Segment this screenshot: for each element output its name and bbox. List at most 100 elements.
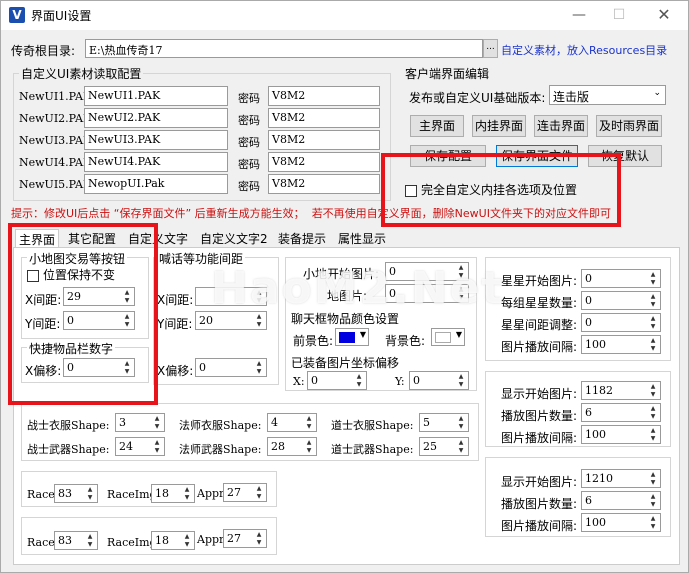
pak4-label: NewUI4.PAK: [19, 156, 92, 169]
pak5-pwd-input[interactable]: V8M2: [268, 174, 380, 194]
appr1-label: Appr: [197, 487, 225, 500]
pak4-file-input[interactable]: NewUI4.PAK: [84, 152, 228, 172]
combo-ui-button[interactable]: 连击界面: [534, 115, 588, 137]
appr2-label: Appr: [197, 533, 225, 546]
main-ui-button[interactable]: 主界面: [410, 115, 464, 137]
spin-arrows-icon[interactable]: ▲ ▼: [647, 337, 659, 352]
equip-y-spinner[interactable]: 0 ▲ ▼: [409, 371, 469, 390]
pak1-file-input[interactable]: NewUI1.PAK: [84, 86, 228, 106]
spin-arrows-icon[interactable]: ▲ ▼: [151, 439, 163, 454]
highlight-box-main-tab: [8, 223, 158, 405]
star-start-spinner[interactable]: 0 ▲ ▼: [581, 269, 661, 288]
race2-spinner[interactable]: 83 ▲ ▼: [54, 531, 98, 550]
plugin-ui-button[interactable]: 内挂界面: [472, 115, 526, 137]
appr2-spinner[interactable]: 27 ▲ ▼: [223, 529, 267, 548]
pak2-label: NewUI2.PAK: [19, 112, 92, 125]
spin-arrows-icon[interactable]: ▲ ▼: [253, 531, 265, 546]
root-dir-input[interactable]: E:\热血传奇17: [85, 39, 483, 58]
spin-arrows-icon[interactable]: ▲ ▼: [647, 405, 659, 420]
taoist-cloth-spinner[interactable]: 5 ▲ ▼: [419, 413, 469, 432]
bg-color-picker[interactable]: ▼: [431, 328, 465, 346]
race1-spinner[interactable]: 83 ▲ ▼: [54, 484, 98, 503]
warrior-weapon-spinner[interactable]: 24 ▲ ▼: [115, 437, 165, 456]
disp1-count-spinner[interactable]: 6 ▲ ▼: [581, 403, 661, 422]
pak3-file-input[interactable]: NewUI3.PAK: [84, 130, 228, 150]
spin-arrows-icon[interactable]: ▲ ▼: [647, 471, 659, 486]
spin-arrows-icon[interactable]: ▲ ▼: [151, 415, 163, 430]
star-interval-spinner[interactable]: 100 ▲ ▼: [581, 335, 661, 354]
raceimg2-spinner[interactable]: 18 ▲ ▼: [151, 531, 195, 550]
chevron-down-icon: ▼: [359, 330, 366, 339]
spin-arrows-icon[interactable]: ▲ ▼: [647, 271, 659, 286]
taoist-weapon-spinner[interactable]: 25 ▲ ▼: [419, 437, 469, 456]
spin-arrows-icon[interactable]: ▲ ▼: [253, 313, 265, 328]
browse-button[interactable]: ...: [483, 39, 498, 58]
spin-arrows-icon[interactable]: ▲ ▼: [647, 383, 659, 398]
disp2-count-spinner[interactable]: 6 ▲ ▼: [581, 491, 661, 510]
version-label: 发布或自定义UI基础版本:: [409, 91, 546, 105]
star-gap-spinner[interactable]: 0 ▲ ▼: [581, 313, 661, 332]
star-count-spinner[interactable]: 0 ▲ ▼: [581, 291, 661, 310]
equip-x-spinner[interactable]: 0 ▲ ▼: [307, 371, 367, 390]
raceimg1-spinner[interactable]: 18 ▲ ▼: [151, 484, 195, 503]
resources-link[interactable]: 自定义素材，放入Resources目录: [501, 42, 667, 58]
app-logo-icon: V: [9, 7, 25, 23]
disp1-interval-spinner[interactable]: 100 ▲ ▼: [581, 425, 661, 444]
rain-ui-button[interactable]: 及时雨界面: [596, 115, 662, 137]
spin-arrows-icon[interactable]: ▲ ▼: [647, 427, 659, 442]
pak1-pwd-input[interactable]: V8M2: [268, 86, 380, 106]
mage-weapon-spinner[interactable]: 28 ▲ ▼: [267, 437, 317, 456]
pak2-pwd-input[interactable]: V8M2: [268, 108, 380, 128]
spin-arrows-icon[interactable]: ▲ ▼: [303, 439, 315, 454]
watermark: HaoM2.Net: [211, 263, 505, 314]
spin-arrows-icon[interactable]: ▲ ▼: [647, 493, 659, 508]
tab-attr-display[interactable]: 属性显示: [335, 229, 389, 247]
spin-arrows-icon[interactable]: ▲ ▼: [455, 439, 467, 454]
tab-custom-text2[interactable]: 自定义文字2: [197, 229, 271, 247]
pak4-pwd-label: 密码: [238, 158, 260, 171]
pak3-pwd-input[interactable]: V8M2: [268, 130, 380, 150]
taoist-cloth-label: 道士衣服Shape:: [331, 419, 414, 432]
mage-cloth-spinner[interactable]: 4 ▲ ▼: [267, 413, 317, 432]
pak2-pwd-label: 密码: [238, 114, 260, 127]
pak1-pwd-label: 密码: [238, 92, 260, 105]
spin-arrows-icon[interactable]: ▲ ▼: [647, 515, 659, 530]
disp1-start-spinner[interactable]: 1182 ▲ ▼: [581, 381, 661, 400]
read-config-title: 自定义UI素材读取配置: [19, 65, 144, 82]
spin-arrows-icon[interactable]: ▲ ▼: [181, 486, 193, 501]
spin-arrows-icon[interactable]: ▲ ▼: [647, 315, 659, 330]
spin-arrows-icon[interactable]: ▲ ▼: [253, 485, 265, 500]
disp1-start-label: 显示开始图片:: [501, 387, 578, 401]
version-select[interactable]: 连击版 ⌄: [549, 85, 666, 105]
spin-arrows-icon[interactable]: ▲ ▼: [84, 486, 96, 501]
minimize-button[interactable]: —: [568, 5, 590, 25]
mage-weapon-label: 法师武器Shape:: [179, 443, 262, 456]
star-count-label: 每组星星数量:: [501, 296, 578, 310]
close-button[interactable]: ✕: [653, 5, 675, 25]
spin-arrows-icon[interactable]: ▲ ▼: [84, 533, 96, 548]
spin-arrows-icon[interactable]: ▲ ▼: [455, 373, 467, 388]
bg-color-swatch: [435, 332, 451, 343]
spin-arrows-icon[interactable]: ▲ ▼: [303, 415, 315, 430]
warrior-cloth-spinner[interactable]: 3 ▲ ▼: [115, 413, 165, 432]
spin-arrows-icon[interactable]: ▲ ▼: [647, 293, 659, 308]
spin-arrows-icon[interactable]: ▲ ▼: [253, 360, 265, 375]
fg-color-picker[interactable]: ▼: [335, 328, 369, 346]
pak2-file-input[interactable]: NewUI2.PAK: [84, 108, 228, 128]
client-edit-title: 客户端界面编辑: [405, 67, 490, 81]
pak5-file-input[interactable]: NewopUI.Pak: [84, 174, 228, 194]
disp2-interval-spinner[interactable]: 100 ▲ ▼: [581, 513, 661, 532]
spin-arrows-icon[interactable]: ▲ ▼: [353, 373, 365, 388]
spin-arrows-icon[interactable]: ▲ ▼: [455, 415, 467, 430]
appr1-spinner[interactable]: 27 ▲ ▼: [223, 483, 267, 502]
pak1-label: NewUI1.PAK: [19, 90, 92, 103]
maximize-button[interactable]: ☐: [608, 5, 630, 25]
tab-equip-hint[interactable]: 装备提示: [275, 229, 329, 247]
fg-color-swatch: [339, 332, 355, 343]
shout-y-label: Y间距:: [157, 317, 193, 331]
spin-arrows-icon[interactable]: ▲ ▼: [181, 533, 193, 548]
shout-xo-spinner[interactable]: 0 ▲ ▼: [195, 358, 267, 377]
pak4-pwd-input[interactable]: V8M2: [268, 152, 380, 172]
disp2-start-spinner[interactable]: 1210 ▲ ▼: [581, 469, 661, 488]
version-value: 连击版: [553, 90, 590, 104]
